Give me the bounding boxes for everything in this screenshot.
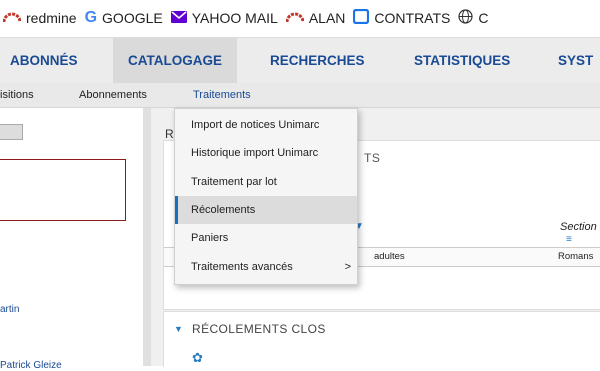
bookmark-redmine[interactable]: redmine [0,10,81,26]
panel-divider [143,108,151,366]
bookmark-label: GOOGLE [102,10,163,26]
caret-down-icon[interactable]: ▼ [174,324,183,334]
filter-icon[interactable]: ≡ [566,234,572,245]
sub-nav: isitions Abonnements Traitements [0,83,600,108]
menu-item-paniers[interactable]: Paniers [175,224,357,252]
menu-item-historique-import[interactable]: Historique import Unimarc [175,139,357,167]
subnav-acquisitions[interactable]: isitions [0,83,34,107]
menu-item-traitement-par-lot[interactable]: Traitement par lot [175,168,357,196]
panel-title: RÉCOLEMENTS CLOS [192,322,326,336]
menu-item-recolements[interactable]: Récolements [175,196,357,224]
subnav-abonnements[interactable]: Abonnements [79,83,147,107]
traitements-dropdown-menu: Import de notices Unimarc Historique imp… [174,108,358,285]
collapse-handle[interactable] [0,124,23,140]
folder-icon [353,8,370,27]
table-cell: adultes [374,251,405,262]
bookmark-label: redmine [26,10,77,26]
redmine-icon [2,10,22,26]
bookmark-label: CONTRATS [374,10,451,26]
tab-statistiques[interactable]: STATISTIQUES [414,38,534,84]
menu-item-import-unimarc[interactable]: Import de notices Unimarc [175,111,357,139]
bookmark-google[interactable]: G GOOGLE [81,9,167,27]
bookmark-label: C [478,10,489,26]
top-nav: ABONNÉS CATALOGAGE RECHERCHES STATISTIQU… [0,37,600,84]
mail-icon [170,10,187,26]
bookmark-yahoo-mail[interactable]: YAHOO MAIL [167,10,282,26]
tab-catalogage[interactable]: CATALOGAGE [113,38,237,84]
google-icon: G [84,9,98,26]
section-label: R [165,127,174,141]
bookmark-globe[interactable]: C [454,9,492,27]
submenu-arrow-icon: > [344,261,351,273]
menu-item-label: Traitements avancés [191,261,293,273]
tab-abonnes[interactable]: ABONNÉS [10,38,96,84]
bookmark-label: YAHOO MAIL [191,10,278,26]
gear-icon[interactable]: ✿ [192,350,203,366]
column-header-section[interactable]: Section [560,221,597,233]
bookmark-contrats[interactable]: CONTRATS [349,8,454,27]
left-panel: artin Patrick Gleize [0,108,144,371]
recolements-clos-panel: ▼ RÉCOLEMENTS CLOS ✿ [163,311,600,367]
tab-recherches[interactable]: RECHERCHES [270,38,380,84]
panel-title: TS [364,151,381,165]
bookmarks-bar: redmine G GOOGLE YAHOO MAIL ALAN CONTRAT… [0,0,600,36]
subnav-traitements[interactable]: Traitements [193,83,251,107]
search-box[interactable] [0,159,126,221]
menu-item-traitements-avances[interactable]: Traitements avancés > [175,253,357,281]
bookmark-alan[interactable]: ALAN [282,10,350,26]
redmine-icon [285,10,305,26]
user-link[interactable]: artin [0,304,19,315]
table-cell: Romans [558,251,594,262]
bookmark-label: ALAN [308,10,346,26]
tab-systeme[interactable]: SYST [558,38,600,84]
globe-icon [458,9,473,27]
